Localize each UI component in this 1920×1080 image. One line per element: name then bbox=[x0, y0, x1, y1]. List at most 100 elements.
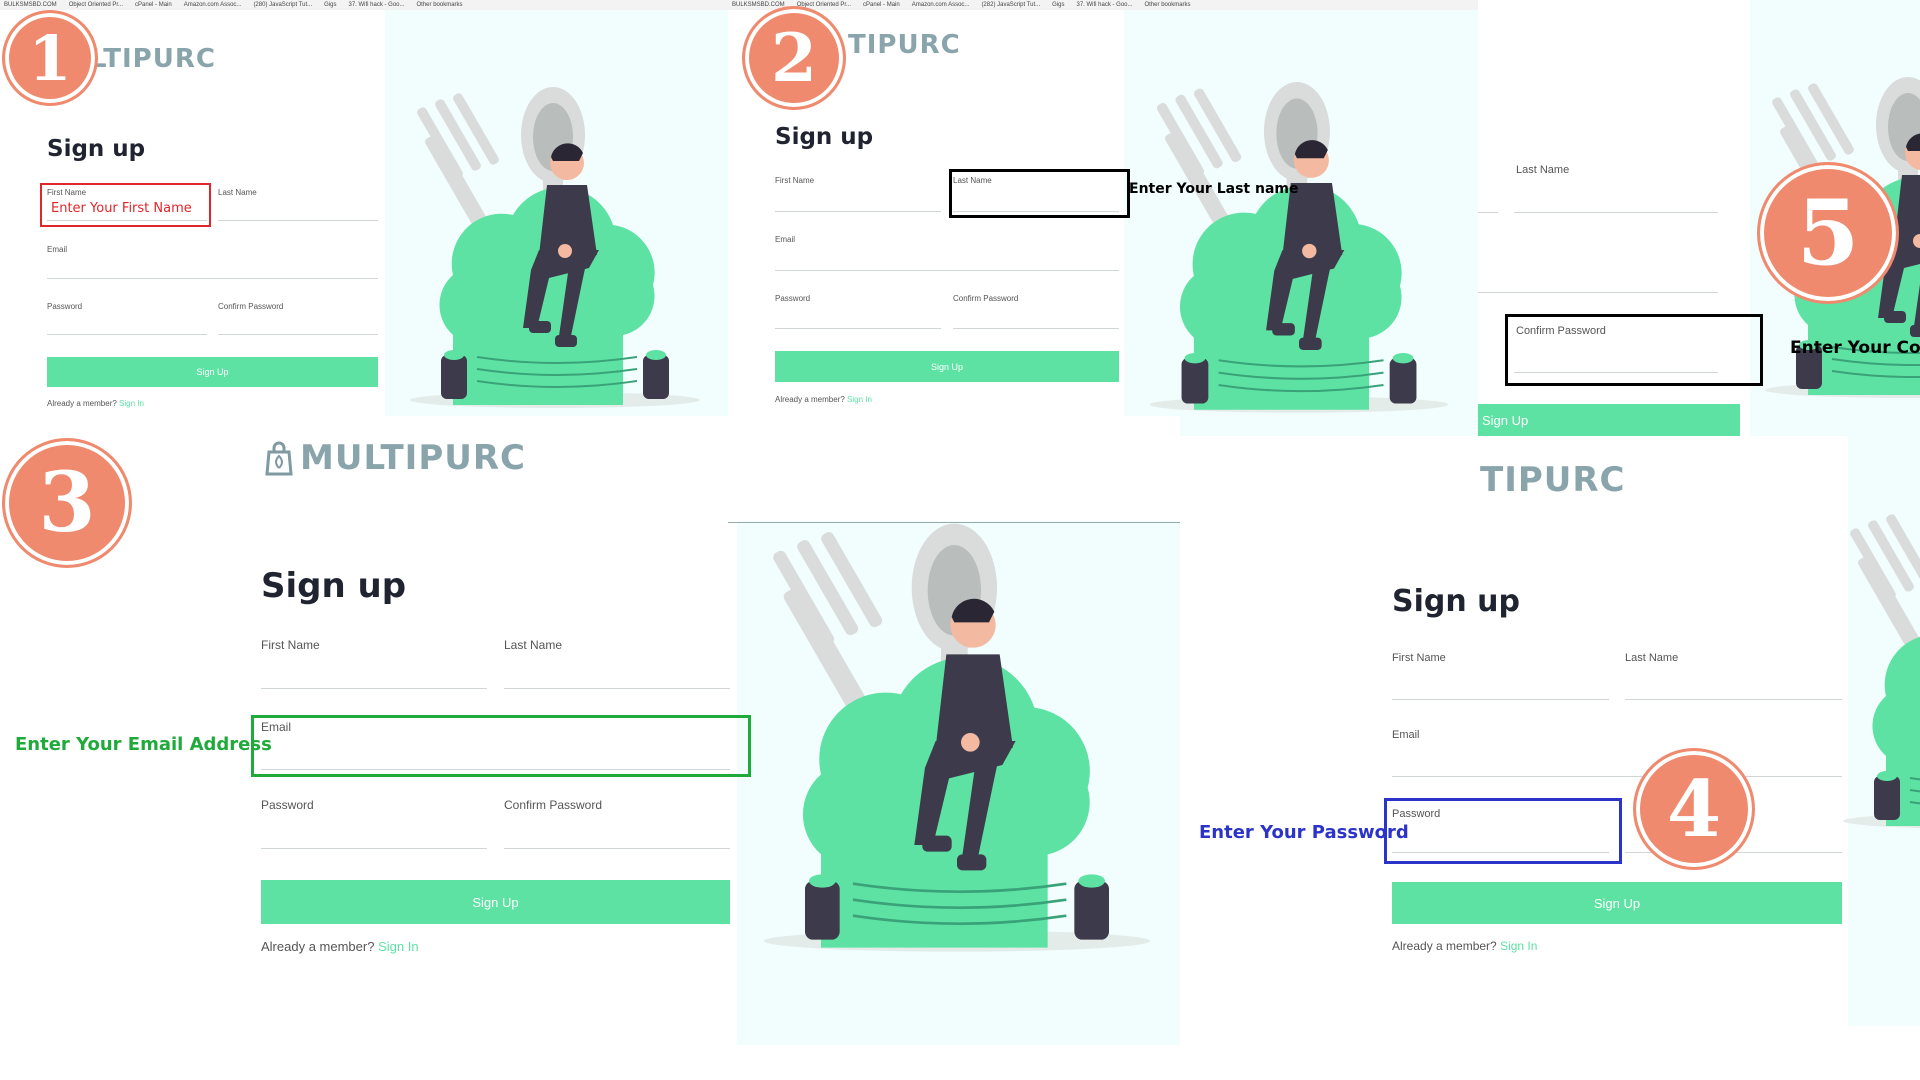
last-name-label: Last Name bbox=[504, 638, 563, 652]
step-5-badge: 5 bbox=[1757, 162, 1899, 304]
bookmark[interactable]: cPanel - Main bbox=[135, 2, 172, 8]
sign-up-button[interactable]: Sign Up bbox=[775, 351, 1119, 382]
last-name-field[interactable] bbox=[218, 220, 378, 221]
chef-hat-illustration bbox=[1149, 82, 1449, 413]
sign-up-label: Sign Up bbox=[1482, 412, 1529, 428]
bookmark[interactable]: BULKSMSBD.COM bbox=[732, 2, 785, 8]
last-name-highlight[interactable] bbox=[949, 169, 1130, 218]
step-4-badge: 4 bbox=[1633, 748, 1755, 870]
first-name-field[interactable] bbox=[775, 211, 941, 212]
first-name-label: First Name bbox=[1392, 652, 1446, 664]
already-member-label: Already a member? bbox=[261, 939, 375, 954]
email-field[interactable] bbox=[47, 278, 378, 279]
password-label: Password bbox=[775, 294, 811, 303]
sign-up-button[interactable]: Sign Up bbox=[1392, 882, 1842, 924]
last-name-hint: Enter Your Last name bbox=[1129, 181, 1299, 197]
brand-name: MULTIPURC bbox=[300, 438, 526, 478]
last-name-field[interactable] bbox=[1514, 212, 1718, 213]
bookmark[interactable]: (280) JavaScript Tut... bbox=[253, 2, 312, 8]
bookmark[interactable]: Amazon.com Assoc... bbox=[912, 2, 970, 8]
page-title: Sign up bbox=[261, 566, 407, 606]
page-title: Sign up bbox=[775, 124, 874, 150]
email-label: Email bbox=[47, 245, 68, 254]
confirm-password-highlight[interactable] bbox=[1505, 314, 1763, 386]
first-name-field[interactable] bbox=[1392, 699, 1609, 700]
screenshot-step-4: TIPURC Sign up First Name Last Name Emai… bbox=[1180, 436, 1920, 1080]
bookmark[interactable]: 37. Wifi hack - Goo... bbox=[348, 2, 404, 8]
already-member-label: Already a member? bbox=[1392, 939, 1497, 953]
password-field[interactable] bbox=[775, 328, 941, 329]
password-highlight[interactable] bbox=[1384, 798, 1622, 864]
bookmark[interactable]: (282) JavaScript Tut... bbox=[981, 2, 1040, 8]
chef-hat-illustration bbox=[1843, 514, 1920, 829]
email-label: Email bbox=[775, 235, 796, 244]
email-field[interactable] bbox=[1478, 292, 1718, 293]
bookmark[interactable]: Gigs bbox=[1052, 2, 1064, 8]
last-name-label: Last Name bbox=[1625, 652, 1679, 664]
email-hint: Enter Your Email Address bbox=[15, 734, 272, 755]
last-name-field[interactable] bbox=[1625, 699, 1842, 700]
password-label: Password bbox=[261, 798, 314, 812]
sign-in-link[interactable]: Sign In bbox=[1500, 939, 1537, 953]
illustration-panel bbox=[385, 10, 728, 416]
chef-hat-illustration bbox=[763, 523, 1151, 952]
email-highlight[interactable] bbox=[251, 715, 751, 777]
brand-logo: MULTIPURC bbox=[264, 438, 526, 478]
screenshot-step-1: BULKSMSBD.COM Object Oriented Pr... cPan… bbox=[0, 0, 728, 416]
illustration-panel bbox=[737, 521, 1180, 1045]
already-member-text: Already a member? Sign In bbox=[47, 399, 144, 408]
password-field[interactable] bbox=[261, 848, 487, 849]
password-label: Password bbox=[47, 302, 83, 311]
sign-up-button[interactable]: Sign Up bbox=[261, 880, 730, 924]
panel-divider bbox=[728, 522, 1180, 523]
first-name-hint: Enter Your First Name bbox=[51, 201, 192, 216]
chef-hat-illustration bbox=[410, 87, 700, 408]
bookmark[interactable]: 37. Wifi hack - Goo... bbox=[1076, 2, 1132, 8]
sign-up-button[interactable]: Sign Up bbox=[47, 357, 378, 387]
last-name-field[interactable] bbox=[504, 688, 730, 689]
page-title: Sign up bbox=[47, 136, 146, 162]
already-member-label: Already a member? bbox=[775, 395, 845, 404]
brand-logo: TIPURC bbox=[848, 30, 961, 60]
sign-in-link[interactable]: Sign In bbox=[119, 399, 144, 408]
sign-up-button[interactable]: Sign Up bbox=[1478, 404, 1740, 436]
sign-in-link[interactable]: Sign In bbox=[378, 939, 418, 954]
first-name-label: First Name bbox=[261, 638, 320, 652]
first-name-field[interactable] bbox=[261, 688, 487, 689]
last-name-label: Last Name bbox=[218, 188, 257, 197]
confirm-password-field[interactable] bbox=[218, 334, 378, 335]
illustration-panel bbox=[1843, 436, 1920, 1026]
last-name-label: Last Name bbox=[1516, 164, 1570, 176]
bookmark[interactable]: Amazon.com Assoc... bbox=[184, 2, 242, 8]
bookmarks-bar: BULKSMSBD.COM Object Oriented Pr... cPan… bbox=[0, 0, 728, 10]
email-field[interactable] bbox=[1392, 776, 1842, 777]
confirm-password-field[interactable] bbox=[504, 848, 730, 849]
already-member-text: Already a member? Sign In bbox=[775, 395, 872, 404]
already-member-label: Already a member? bbox=[47, 399, 117, 408]
already-member-text: Already a member? Sign In bbox=[261, 939, 419, 954]
already-member-text: Already a member? Sign In bbox=[1392, 939, 1537, 953]
bookmark[interactable]: Gigs bbox=[324, 2, 336, 8]
confirm-password-field[interactable] bbox=[953, 328, 1119, 329]
email-label: Email bbox=[1392, 729, 1420, 741]
password-field[interactable] bbox=[47, 334, 207, 335]
field-divider bbox=[1478, 212, 1498, 213]
sign-in-link[interactable]: Sign In bbox=[847, 395, 872, 404]
bookmarks-bar: BULKSMSBD.COM Object Oriented Pr... cPan… bbox=[728, 0, 1478, 10]
first-name-label: First Name bbox=[775, 176, 815, 185]
brand-logo: TIPURC bbox=[1480, 460, 1626, 500]
page-title: Sign up bbox=[1392, 584, 1520, 619]
password-hint: Enter Your Password bbox=[1199, 822, 1409, 843]
bookmark[interactable]: Other bookmarks bbox=[1145, 2, 1191, 8]
confirm-password-label: Confirm Password bbox=[504, 798, 603, 812]
bookmark[interactable]: Other bookmarks bbox=[417, 2, 463, 8]
illustration-panel bbox=[1124, 10, 1478, 462]
brand-logo: LTIPURC bbox=[90, 44, 216, 74]
confirm-password-label: Confirm Password bbox=[953, 294, 1019, 303]
bookmark[interactable]: Object Oriented Pr... bbox=[69, 2, 123, 8]
step-3-badge: 3 bbox=[2, 438, 132, 568]
bookmark[interactable]: BULKSMSBD.COM bbox=[4, 2, 57, 8]
email-field[interactable] bbox=[775, 270, 1119, 271]
bookmark[interactable]: cPanel - Main bbox=[863, 2, 900, 8]
step-1-badge: 1 bbox=[2, 10, 98, 106]
